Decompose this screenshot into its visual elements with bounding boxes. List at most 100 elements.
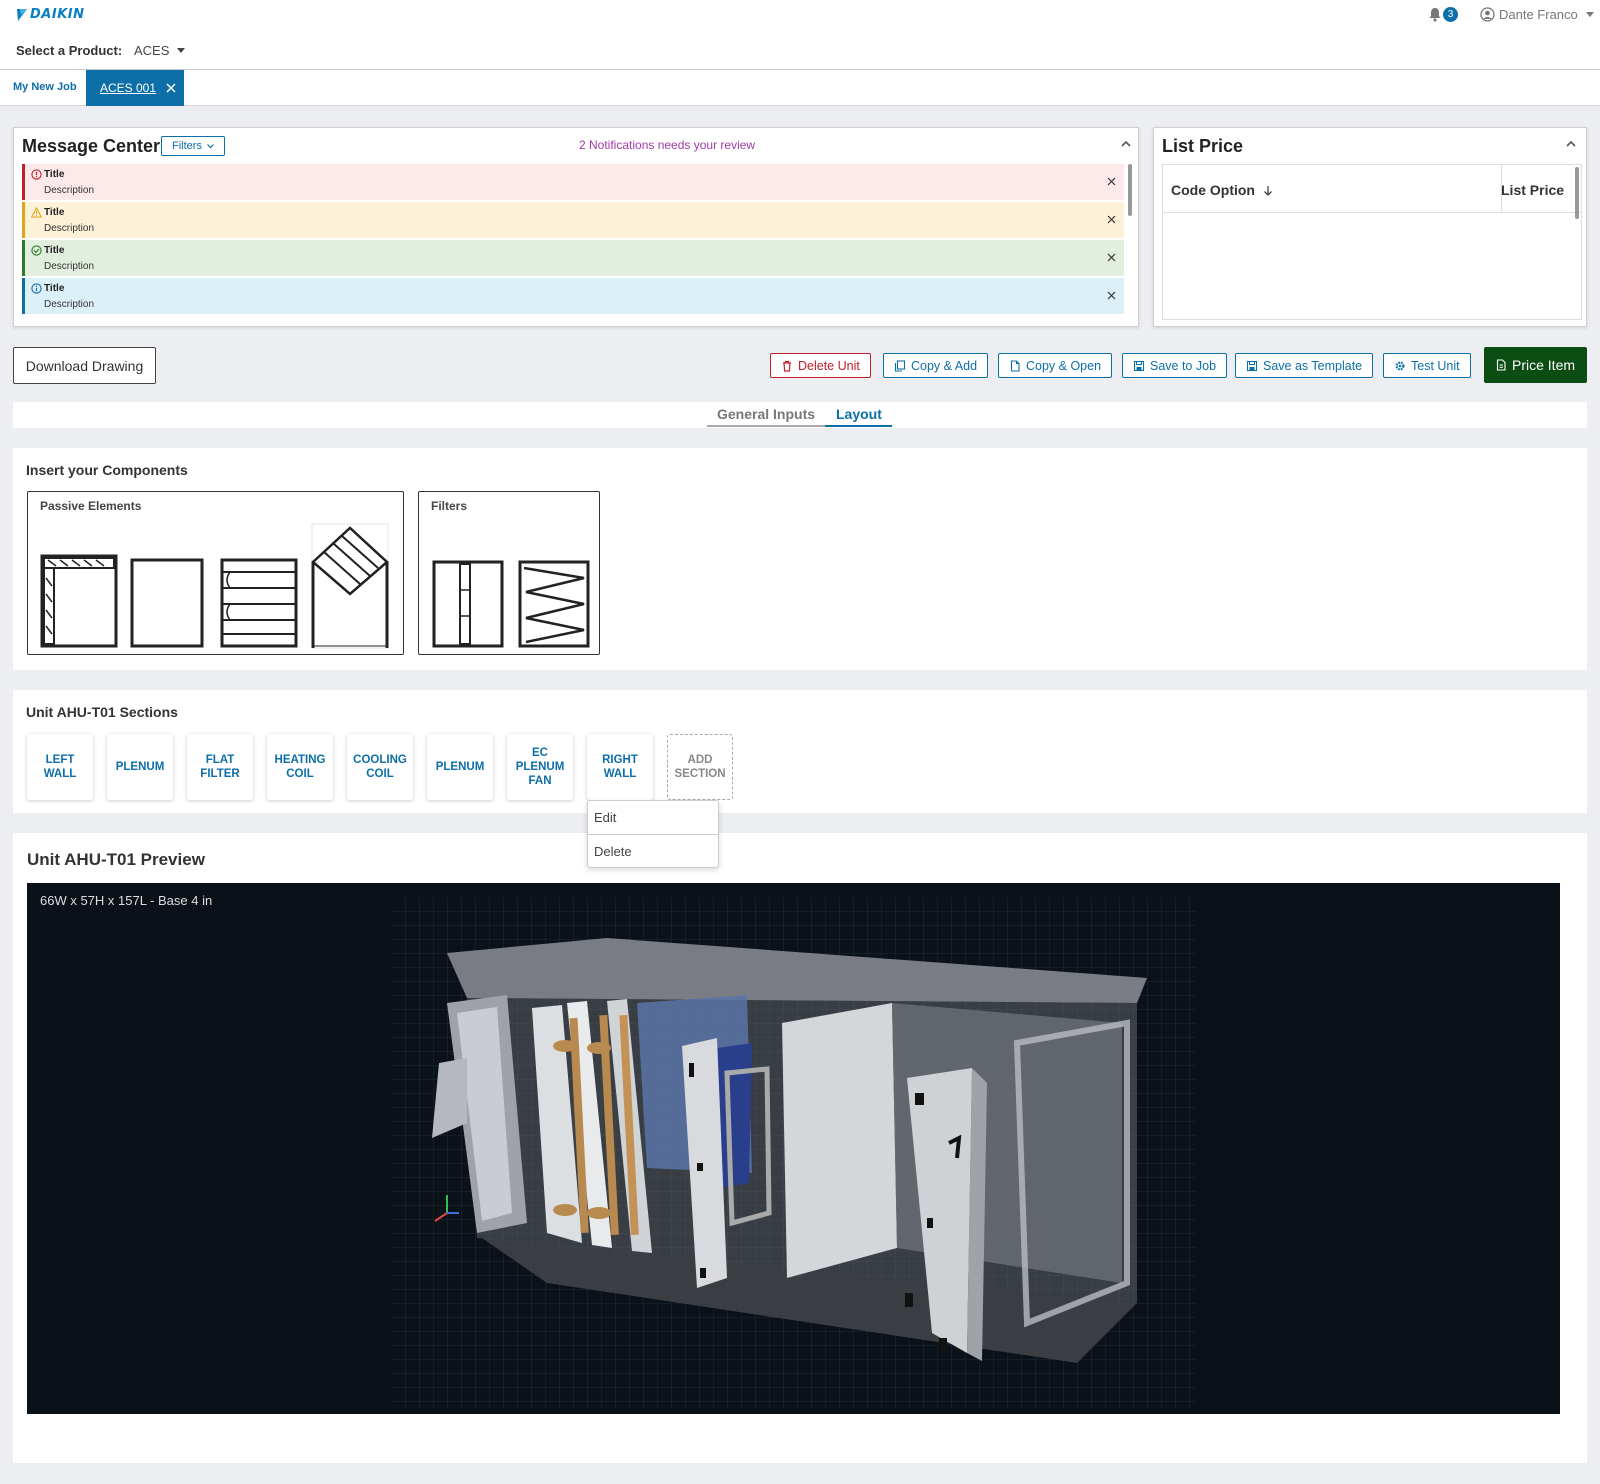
logo-text: DAIKIN (30, 7, 85, 22)
section-card-plenum[interactable]: PLENUM (107, 734, 173, 800)
collapse-chevron-icon[interactable] (1565, 140, 1577, 148)
product-label: Select a Product: (16, 43, 123, 58)
section-card-flat-filter[interactable]: FLAT FILTER (187, 734, 253, 800)
close-icon[interactable] (1107, 177, 1116, 186)
product-bar: Select a Product: ACES (0, 30, 1600, 70)
left-wall-component-icon[interactable] (40, 554, 118, 648)
message-description: Description (44, 261, 95, 272)
caret-down-icon (1585, 11, 1594, 17)
close-icon[interactable] (1107, 253, 1116, 262)
bell-icon (1429, 8, 1441, 22)
tab-layout[interactable]: Layout (836, 406, 882, 422)
sections-title: Unit AHU-T01 Sections (26, 704, 178, 720)
button-label: Save as Template (1263, 358, 1363, 373)
gear-icon (1395, 360, 1405, 371)
button-label: Test Unit (1411, 358, 1460, 373)
plenum-component-icon[interactable] (130, 558, 204, 648)
product-select[interactable]: ACES (134, 43, 186, 58)
notifications-button[interactable]: 3 (1428, 7, 1458, 22)
message-error: Title Description (22, 164, 1124, 200)
view-tabs: General Inputs Layout (13, 402, 1587, 428)
tab-active-indicator (825, 425, 892, 427)
filters-box: Filters (418, 491, 600, 655)
save-to-job-button[interactable]: Save to Job (1122, 353, 1228, 378)
copy-add-button[interactable]: Copy & Add (883, 353, 989, 378)
section-card-cooling-coil[interactable]: COOLING COIL (347, 734, 413, 800)
error-icon (31, 169, 42, 180)
message-scrollbar[interactable] (1128, 164, 1132, 216)
message-title: Title (44, 207, 65, 218)
message-title: Title (44, 283, 65, 294)
copy-open-button[interactable]: Copy & Open (998, 353, 1113, 378)
message-info: Title Description (22, 278, 1124, 314)
check-circle-icon (31, 245, 42, 256)
close-icon[interactable] (1107, 215, 1116, 224)
tab-aces-001[interactable]: ACES 001 (86, 70, 184, 106)
filters-label: Filters (172, 140, 202, 152)
message-description: Description (44, 223, 95, 234)
column-list-price[interactable]: List Price (1501, 182, 1564, 198)
3d-viewport[interactable]: 66W x 57H x 157L - Base 4 in (27, 883, 1560, 1414)
section-context-menu: Edit Delete (587, 800, 719, 868)
cartridge-filter-component-icon[interactable] (432, 560, 504, 648)
job-tabs: My New Job ACES 001 (0, 70, 1600, 106)
notification-badge: 3 (1443, 7, 1458, 22)
section-card-ec-plenum-fan[interactable]: EC PLENUM FAN (507, 734, 573, 800)
button-label: Copy & Open (1026, 358, 1102, 373)
tab-label: ACES 001 (100, 81, 157, 95)
tab-underline (707, 425, 825, 427)
warning-icon (31, 207, 42, 218)
preview-title: Unit AHU-T01 Preview (27, 850, 205, 869)
button-label: Copy & Add (911, 358, 978, 373)
close-icon[interactable] (1107, 291, 1116, 300)
message-center-title: Message Center (22, 136, 161, 156)
menu-item-delete[interactable]: Delete (594, 844, 632, 859)
bag-filter-component-icon[interactable] (518, 560, 590, 648)
tab-my-new-job[interactable]: My New Job (13, 81, 77, 93)
column-code-option[interactable]: Code Option (1171, 182, 1273, 198)
damper-component-icon[interactable] (310, 522, 390, 650)
collapse-chevron-icon[interactable] (1120, 140, 1132, 148)
document-icon (1010, 359, 1020, 372)
add-section-button[interactable]: ADD SECTION (667, 734, 733, 800)
notification-notice: 2 Notifications needs your review (579, 138, 756, 152)
sort-arrow-down-icon (1264, 185, 1272, 196)
user-menu[interactable]: Dante Franco (1480, 7, 1594, 22)
flat-filter-component-icon[interactable] (220, 558, 298, 648)
button-label: Price Item (1512, 357, 1576, 373)
chevron-down-icon (207, 143, 214, 148)
message-center: Message Center Filters 2 Notifications n… (13, 127, 1139, 327)
table-scrollbar[interactable] (1575, 167, 1579, 219)
save-as-template-button[interactable]: Save as Template (1235, 353, 1374, 378)
close-icon[interactable] (166, 83, 176, 93)
tab-general-inputs[interactable]: General Inputs (717, 406, 815, 422)
user-avatar-icon (1480, 7, 1495, 22)
daikin-logo[interactable]: DAIKIN (16, 7, 84, 22)
filters-box-title: Filters (431, 499, 468, 513)
price-item-button[interactable]: Price Item (1484, 347, 1587, 383)
passive-elements-box: Passive Elements (27, 491, 404, 655)
user-name: Dante Franco (1499, 7, 1578, 22)
menu-item-edit[interactable]: Edit (594, 810, 616, 825)
section-card-heating-coil[interactable]: HEATING COIL (267, 734, 333, 800)
test-unit-button[interactable]: Test Unit (1383, 353, 1471, 378)
section-card-right-wall[interactable]: RIGHT WALL (587, 734, 653, 800)
components-title: Insert your Components (26, 462, 188, 478)
section-card-plenum-2[interactable]: PLENUM (427, 734, 493, 800)
message-title: Title (44, 245, 65, 256)
button-label: Download Drawing (25, 357, 144, 374)
delete-unit-button[interactable]: Delete Unit (770, 353, 871, 378)
unit-3d-render (392, 898, 1196, 1408)
column-label: Code Option (1171, 182, 1255, 198)
message-warning: Title Description (22, 202, 1124, 238)
message-title: Title (44, 169, 65, 180)
filters-button[interactable]: Filters (161, 136, 225, 156)
sections-panel: Unit AHU-T01 Sections LEFT WALL PLENUM F… (13, 690, 1587, 813)
list-price-panel: List Price Code Option List Price (1153, 127, 1587, 327)
message-description: Description (44, 299, 95, 310)
download-drawing-button[interactable]: Download Drawing (13, 347, 156, 384)
save-icon (1133, 360, 1145, 371)
components-panel: Insert your Components Passive Elements (13, 448, 1587, 670)
section-card-left-wall[interactable]: LEFT WALL (27, 734, 93, 800)
daikin-logo-icon (17, 8, 27, 21)
